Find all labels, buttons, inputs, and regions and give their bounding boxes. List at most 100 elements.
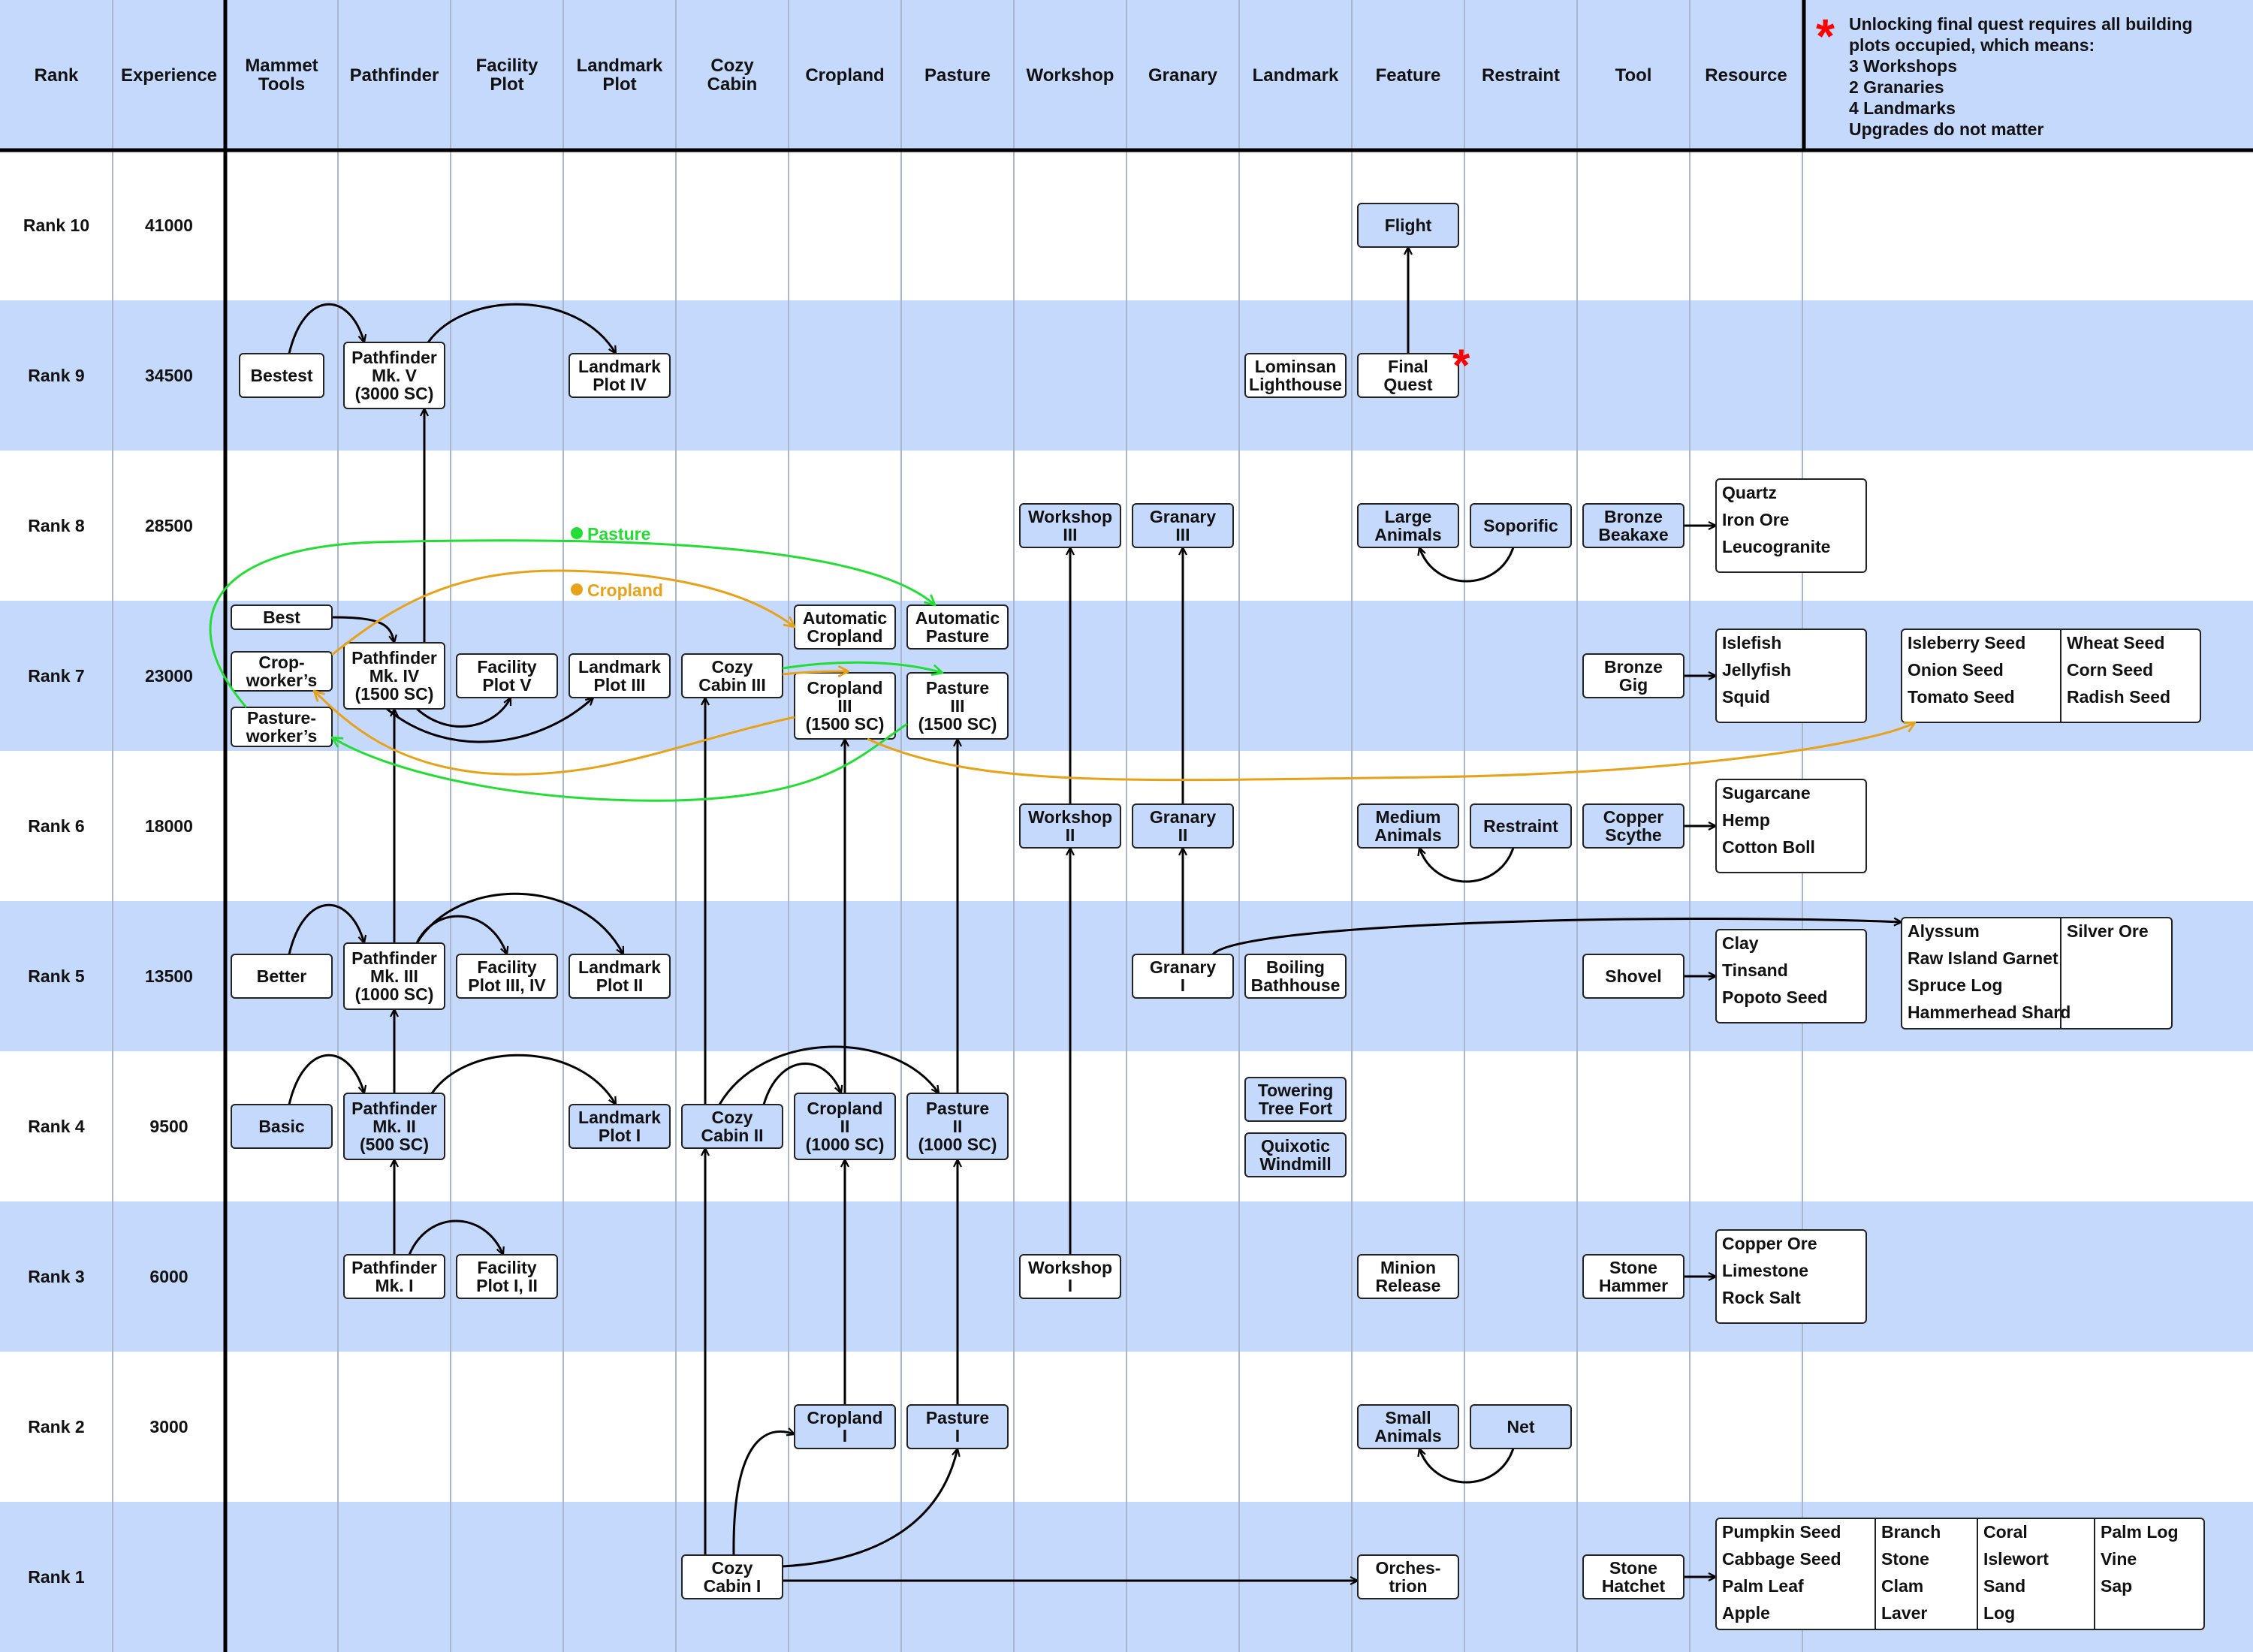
resource-item: Palm Leaf xyxy=(1722,1576,1804,1596)
node-boiling: Boiling Bathhouse xyxy=(1244,954,1347,999)
node-pastureworkers: Pasture-worker’s xyxy=(231,707,333,747)
resource-item: Vine xyxy=(2101,1549,2137,1569)
node-pf5: Pathfinder Mk. V (3000 SC) xyxy=(343,342,445,409)
resource-item: Clam xyxy=(1881,1576,1923,1596)
final-quest-asterisk-icon: * xyxy=(1452,340,1470,390)
experience-value: 3000 xyxy=(149,1417,188,1436)
resource-item: Laver xyxy=(1881,1603,1927,1623)
resource-item: Silver Ore xyxy=(2067,921,2149,941)
resource-item: Spruce Log xyxy=(1908,975,2003,995)
resource-list-res8: Quartz Iron Ore Leucogranite xyxy=(1715,478,1867,573)
resource-item: Cotton Boll xyxy=(1722,837,1815,857)
resource-list-res1: Pumpkin Seed Cabbage Seed Palm Leaf Apple Br… xyxy=(1715,1518,2205,1630)
node-net: Net xyxy=(1470,1404,1572,1449)
node-copper-scythe: Copper Scythe xyxy=(1582,803,1684,849)
column-header-experience: Experience xyxy=(121,65,217,86)
experience-value: 28500 xyxy=(145,516,193,535)
node-label: Final Quest xyxy=(1383,357,1433,394)
node-fp12: Facility Plot I, II xyxy=(456,1254,558,1299)
rank-label: Rank 10 xyxy=(23,216,89,235)
node-label: Facility Plot III, IV xyxy=(468,957,546,995)
node-gr2: Granary II xyxy=(1132,803,1234,849)
resource-item: Cabbage Seed xyxy=(1722,1549,1841,1569)
node-label: Better xyxy=(257,966,307,986)
column-header-workshop: Workshop xyxy=(1027,65,1114,86)
node-soporific: Soporific xyxy=(1470,503,1572,548)
node-minion-release: Minion Release xyxy=(1357,1254,1459,1299)
experience-value: 9500 xyxy=(149,1117,188,1136)
note-asterisk-icon: * xyxy=(1816,9,1835,63)
node-pasture2: Pasture II (1000 SC) xyxy=(906,1093,1009,1160)
node-label: Flight xyxy=(1385,216,1432,235)
resource-list-res5b: Alyssum Raw Island Garnet Spruce Log Hammer… xyxy=(1901,917,2173,1029)
node-pf4: Pathfinder Mk. IV (1500 SC) xyxy=(343,642,445,710)
resource-item: Raw Island Garnet xyxy=(1908,948,2058,968)
column-header-resource: Resource xyxy=(1705,65,1787,86)
column-header-cozy-cabin: Cozy Cabin xyxy=(707,56,758,95)
rank-label: Rank 2 xyxy=(28,1417,84,1436)
resource-item: Leucogranite xyxy=(1722,537,1830,556)
resource-list-res6: Sugarcane Hemp Cotton Boll xyxy=(1715,779,1867,873)
column-header-restraint: Restraint xyxy=(1482,65,1560,86)
resource-item: Squid xyxy=(1722,687,1770,707)
resource-item: Sap xyxy=(2101,1576,2132,1596)
node-final-quest: Final Quest xyxy=(1357,353,1459,398)
resource-item: Rock Salt xyxy=(1722,1288,1801,1307)
node-flight: Flight xyxy=(1357,203,1459,248)
legend-dot-icon xyxy=(571,527,583,539)
node-label: Automatic Pasture xyxy=(915,608,1000,646)
node-orchestrion: Orches-trion xyxy=(1357,1554,1459,1599)
note-line: plots occupied, which means: xyxy=(1849,35,2095,55)
node-label: Net xyxy=(1507,1417,1534,1436)
resource-item: Tinsand xyxy=(1722,960,1788,980)
resource-item: Quartz xyxy=(1722,483,1777,502)
node-cc1: Cozy Cabin I xyxy=(681,1554,783,1599)
note-line: Upgrades do not matter xyxy=(1849,119,2043,139)
rank-label: Rank 6 xyxy=(28,816,84,836)
node-label: Minion Release xyxy=(1376,1258,1441,1295)
note-line: 4 Landmarks xyxy=(1849,98,1956,118)
note-line: 3 Workshops xyxy=(1849,56,1957,76)
node-best: Best xyxy=(231,604,333,630)
resource-item: Sugarcane xyxy=(1722,783,1811,803)
node-auto-crop: Automatic Cropland xyxy=(794,604,896,650)
resource-item: Copper Ore xyxy=(1722,1234,1817,1253)
node-label: Facility Plot V xyxy=(477,657,536,695)
rank-label: Rank 5 xyxy=(28,966,85,986)
rank-label: Rank 8 xyxy=(28,516,85,535)
node-fp5: Facility Plot V xyxy=(456,653,558,698)
node-label: Lominsan Lighthouse xyxy=(1249,357,1342,394)
resource-item: Isleberry Seed xyxy=(1908,633,2025,653)
node-label: Towering Tree Fort xyxy=(1258,1081,1334,1118)
resource-item: Radish Seed xyxy=(2067,687,2170,707)
rank-label: Rank 9 xyxy=(28,366,84,385)
node-pf1: Pathfinder Mk. I xyxy=(343,1254,445,1299)
rank-label: Rank 1 xyxy=(28,1567,85,1587)
column-header-granary: Granary xyxy=(1148,65,1218,86)
column-header-tool: Tool xyxy=(1615,65,1652,86)
resource-item: Clay xyxy=(1722,933,1759,953)
rank-label: Rank 7 xyxy=(28,666,84,686)
node-label: Basic xyxy=(258,1117,305,1136)
node-crop2: Cropland II (1000 SC) xyxy=(794,1093,896,1160)
node-small-animals: Small Animals xyxy=(1357,1404,1459,1449)
experience-value: 13500 xyxy=(145,966,193,986)
resource-item: Jellyfish xyxy=(1722,660,1791,680)
resource-item: Islewort xyxy=(1983,1549,2049,1569)
node-label: Large Animals xyxy=(1374,507,1441,544)
node-lp2: Landmark Plot II xyxy=(569,954,671,999)
node-pf2: Pathfinder Mk. II (500 SC) xyxy=(343,1093,445,1160)
resource-item: Hemp xyxy=(1722,810,1770,830)
node-towering: Towering Tree Fort xyxy=(1244,1077,1347,1122)
legend-label: Cropland xyxy=(587,580,663,600)
node-fp34: Facility Plot III, IV xyxy=(456,954,558,999)
column-header-cropland: Cropland xyxy=(805,65,884,86)
node-cc2: Cozy Cabin II xyxy=(681,1104,783,1149)
node-gr1: Granary I xyxy=(1132,954,1234,999)
column-header-landmark: Landmark xyxy=(1253,65,1339,86)
node-stone-hammer: Stone Hammer xyxy=(1582,1254,1684,1299)
column-header-rank: Rank xyxy=(35,65,79,86)
experience-value: 41000 xyxy=(145,216,193,235)
node-label: Medium Animals xyxy=(1374,807,1441,845)
node-pasture3: Pasture III (1500 SC) xyxy=(906,672,1009,740)
